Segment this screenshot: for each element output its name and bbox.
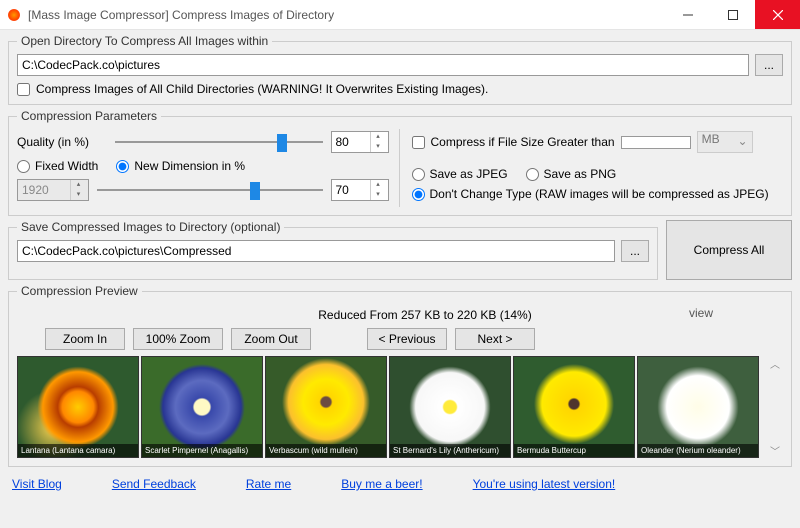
thumbnail-strip: Lantana (Lantana camara) Scarlet Pimpern… [17, 356, 783, 458]
thumbnail[interactable]: St Bernard's Lily (Anthericum) [389, 356, 511, 458]
app-icon [6, 7, 22, 23]
dimension-spinner[interactable]: ▴▾ [331, 179, 389, 201]
fixed-width-spinner[interactable]: ▴▾ [17, 179, 89, 201]
latest-version-link[interactable]: You're using latest version! [473, 477, 616, 491]
scroll-down-icon[interactable]: ﹀ [770, 443, 780, 458]
thumbnail[interactable]: Oleander (Nerium oleander) [637, 356, 759, 458]
recurse-checkbox[interactable] [17, 83, 30, 96]
buy-beer-link[interactable]: Buy me a beer! [341, 477, 422, 491]
recurse-checkbox-row[interactable]: Compress Images of All Child Directories… [17, 82, 783, 96]
save-png-radio[interactable]: Save as PNG [526, 167, 617, 181]
fixed-width-radio[interactable]: Fixed Width [17, 159, 98, 173]
visit-blog-link[interactable]: Visit Blog [12, 477, 62, 491]
quality-slider[interactable] [115, 132, 323, 152]
preview-legend: Compression Preview [17, 284, 142, 298]
minimize-button[interactable] [665, 0, 710, 29]
dont-change-type-radio[interactable]: Don't Change Type (RAW images will be co… [412, 187, 784, 201]
zoom-in-button[interactable]: Zoom In [45, 328, 125, 350]
window-title: [Mass Image Compressor] Compress Images … [28, 8, 665, 22]
size-unit-select[interactable]: MB [697, 131, 753, 153]
footer-links: Visit Blog Send Feedback Rate me Buy me … [8, 471, 792, 491]
quality-label: Quality (in %) [17, 135, 107, 149]
open-directory-legend: Open Directory To Compress All Images wi… [17, 34, 272, 48]
thumbnail[interactable]: Scarlet Pimpernel (Anagallis) [141, 356, 263, 458]
save-directory-group: Save Compressed Images to Directory (opt… [8, 220, 658, 280]
rate-me-link[interactable]: Rate me [246, 477, 291, 491]
next-button[interactable]: Next > [455, 328, 535, 350]
compress-all-button[interactable]: Compress All [666, 220, 792, 280]
compression-parameters-group: Compression Parameters Quality (in %) ▴▾… [8, 109, 792, 216]
zoom-out-button[interactable]: Zoom Out [231, 328, 311, 350]
source-path-input[interactable] [17, 54, 749, 76]
view-label: view [689, 306, 713, 320]
browse-source-button[interactable]: ... [755, 54, 783, 76]
size-threshold-row[interactable]: Compress if File Size Greater than MB [412, 131, 784, 153]
dest-path-input[interactable] [17, 240, 615, 262]
dimension-slider[interactable] [97, 180, 323, 200]
thumbnail[interactable]: Lantana (Lantana camara) [17, 356, 139, 458]
save-jpeg-radio[interactable]: Save as JPEG [412, 167, 508, 181]
browse-dest-button[interactable]: ... [621, 240, 649, 262]
close-button[interactable] [755, 0, 800, 29]
quality-spinner[interactable]: ▴▾ [331, 131, 389, 153]
size-threshold-checkbox[interactable] [412, 136, 425, 149]
send-feedback-link[interactable]: Send Feedback [112, 477, 196, 491]
thumbnail-scrollbar[interactable]: ︿﹀ [767, 356, 783, 458]
scroll-up-icon[interactable]: ︿ [770, 356, 780, 371]
thumbnail[interactable]: Verbascum (wild mullein) [265, 356, 387, 458]
zoom-100-button[interactable]: 100% Zoom [133, 328, 223, 350]
previous-button[interactable]: < Previous [367, 328, 447, 350]
save-directory-legend: Save Compressed Images to Directory (opt… [17, 220, 284, 234]
title-bar: [Mass Image Compressor] Compress Images … [0, 0, 800, 30]
recurse-label: Compress Images of All Child Directories… [36, 82, 488, 96]
size-threshold-label: Compress if File Size Greater than [431, 135, 615, 149]
reduction-text: Reduced From 257 KB to 220 KB (14%) [17, 308, 783, 322]
params-legend: Compression Parameters [17, 109, 161, 123]
maximize-button[interactable] [710, 0, 755, 29]
new-dimension-radio[interactable]: New Dimension in % [116, 159, 245, 173]
size-threshold-input[interactable] [621, 136, 691, 149]
thumbnail[interactable]: Bermuda Buttercup [513, 356, 635, 458]
preview-group: Compression Preview Reduced From 257 KB … [8, 284, 792, 467]
open-directory-group: Open Directory To Compress All Images wi… [8, 34, 792, 105]
